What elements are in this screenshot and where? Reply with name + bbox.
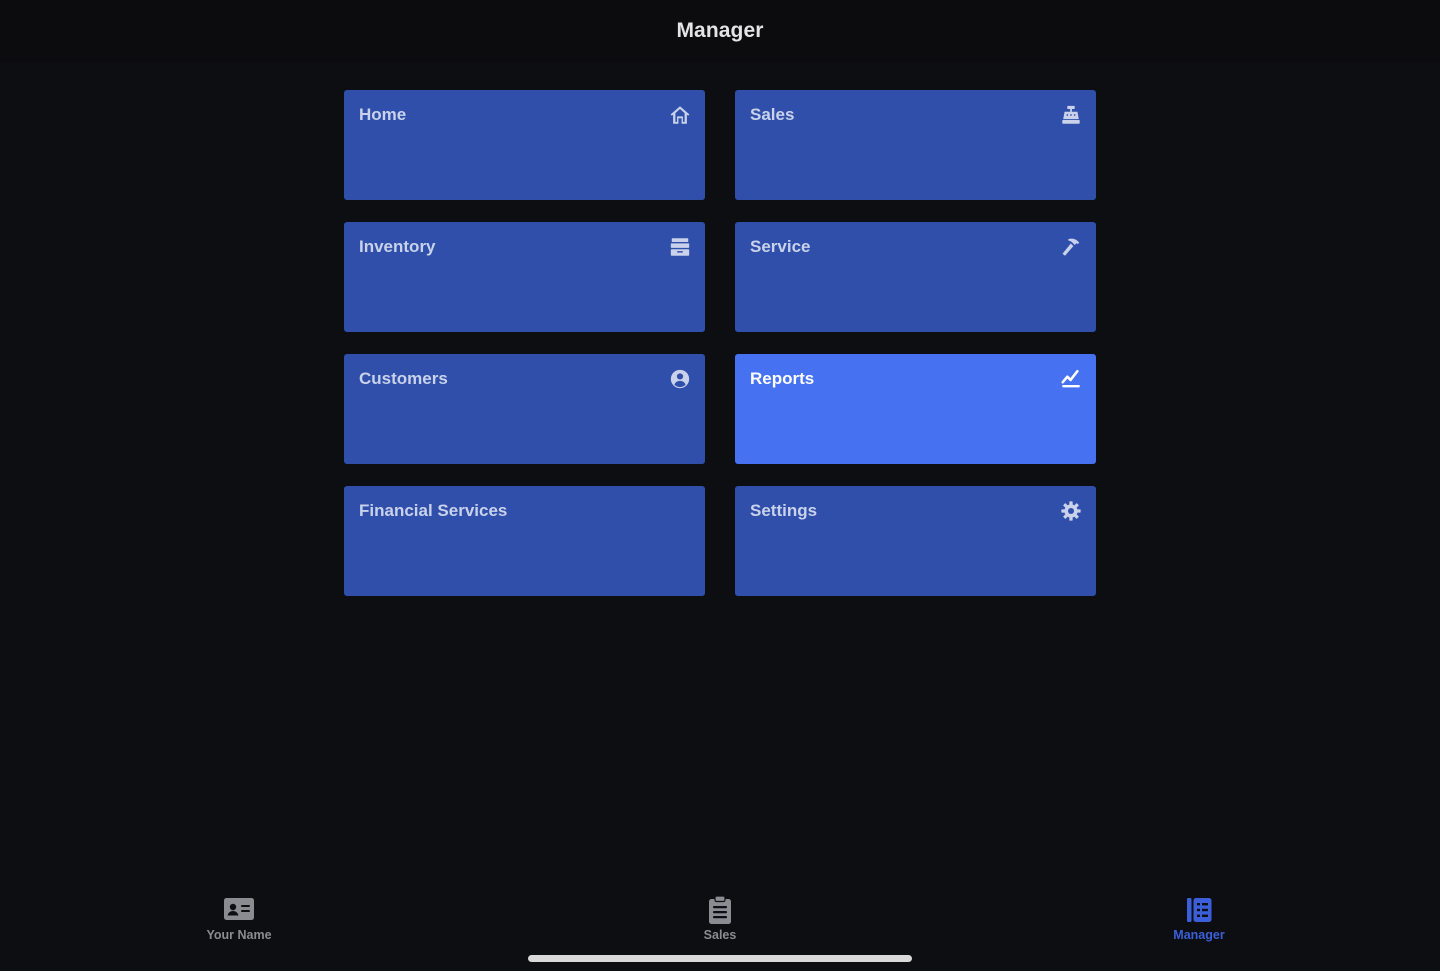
archive-box-icon [669,236,691,258]
app-root: Manager Home Sales Inventory Service Cus… [0,0,1440,971]
manager-tile-grid: Home Sales Inventory Service Customers R… [344,90,1113,596]
tile-label: Inventory [359,237,436,256]
gear-icon [1060,500,1082,522]
tile-reports[interactable]: Reports [718,341,1113,472]
navigation-bar: Manager [0,0,1440,62]
tab-label: Your Name [206,928,272,942]
tile-label: Customers [359,369,448,388]
tile-service[interactable]: Service [735,222,1096,332]
page-title: Manager [676,19,764,42]
manager-book-icon [1183,895,1215,925]
tab-manager[interactable]: Manager [1129,895,1269,942]
tile-label: Sales [750,105,795,124]
tile-label: Settings [750,501,818,520]
tile-label: Home [359,105,407,124]
tile-inventory[interactable]: Inventory [344,222,705,332]
tile-home[interactable]: Home [344,90,705,200]
tile-label: Financial Services [359,501,508,520]
hammer-icon [1060,236,1082,258]
cash-register-icon [1060,104,1082,126]
tile-label: Reports [750,369,815,388]
tile-label: Service [750,237,811,256]
tile-settings[interactable]: Settings [735,486,1096,596]
tab-your-name[interactable]: Your Name [169,895,309,942]
tab-sales[interactable]: Sales [650,895,790,942]
id-card-icon [223,895,255,925]
tab-label: Manager [1173,928,1225,942]
clipboard-list-icon [704,895,736,925]
tile-financial-services[interactable]: Financial Services [344,486,705,596]
tile-sales[interactable]: Sales [735,90,1096,200]
home-icon [669,104,691,126]
chart-line-icon [1060,368,1082,390]
home-indicator [528,955,912,962]
tile-customers[interactable]: Customers [344,354,705,464]
tab-label: Sales [703,928,737,942]
user-circle-icon [669,368,691,390]
